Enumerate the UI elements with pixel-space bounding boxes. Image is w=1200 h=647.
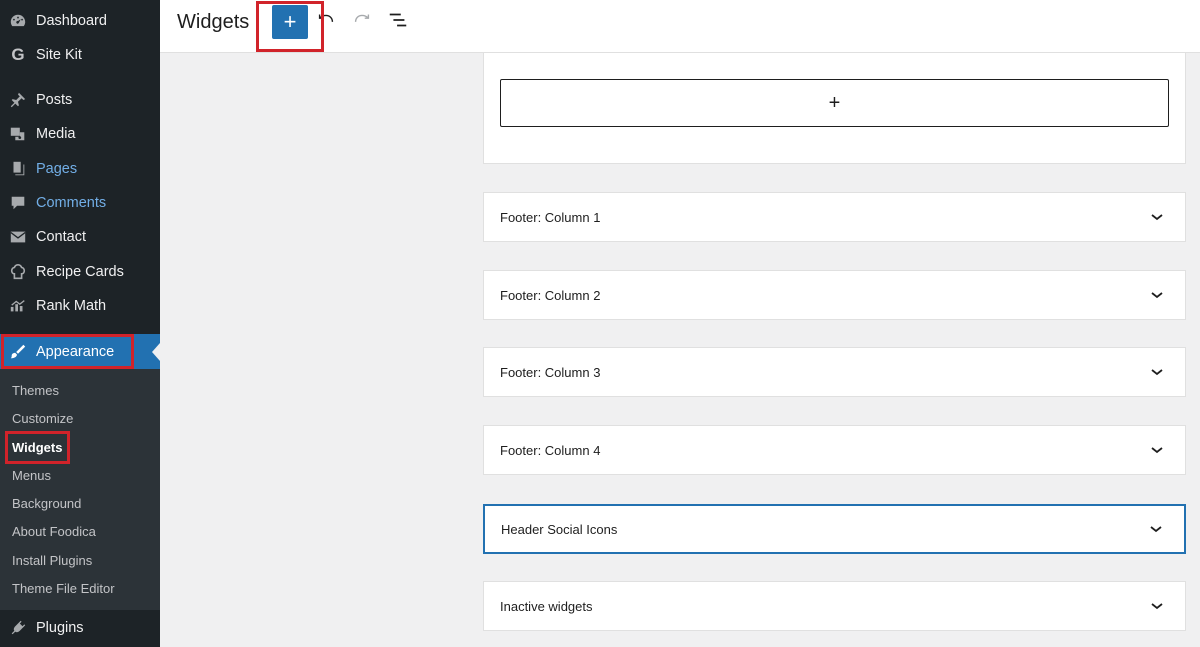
chef-hat-icon [8, 262, 28, 282]
widget-area-footer-1[interactable]: Footer: Column 1 [483, 192, 1186, 242]
block-inserter-button[interactable]: + [500, 79, 1169, 127]
submenu-install-plugins[interactable]: Install Plugins [12, 553, 92, 568]
menu-item-label: Recipe Cards [36, 264, 124, 280]
chevron-down-icon[interactable] [1144, 517, 1168, 541]
submenu-widgets[interactable]: Widgets [12, 440, 62, 455]
menu-item-label: Dashboard [36, 13, 107, 29]
widget-area-title: Footer: Column 2 [500, 287, 601, 303]
appearance-submenu: Themes Customize Widgets Menus Backgroun… [0, 369, 160, 610]
page-icon [8, 159, 28, 179]
menu-item-pages[interactable]: Pages [0, 152, 160, 186]
current-menu-arrow [152, 342, 160, 361]
paintbrush-icon [8, 342, 28, 362]
menu-item-recipe-cards[interactable]: Recipe Cards [0, 255, 160, 289]
submenu-themes[interactable]: Themes [12, 383, 59, 398]
add-block-button[interactable]: + [272, 5, 308, 39]
envelope-icon [8, 227, 28, 247]
chevron-down-icon[interactable] [1145, 360, 1169, 384]
widget-area-title: Footer: Column 3 [500, 364, 601, 380]
menu-item-media[interactable]: Media [0, 117, 160, 151]
submenu-background[interactable]: Background [12, 496, 81, 511]
dashboard-icon [8, 11, 28, 31]
comment-icon [8, 193, 28, 213]
submenu-about-foodica[interactable]: About Foodica [12, 524, 96, 539]
chevron-down-icon[interactable] [1145, 438, 1169, 462]
widget-area-title: Header Social Icons [501, 521, 618, 537]
submenu-customize[interactable]: Customize [12, 411, 73, 426]
menu-item-comments[interactable]: Comments [0, 186, 160, 220]
submenu-menus[interactable]: Menus [12, 468, 51, 483]
widget-area-card: + [483, 53, 1186, 164]
plus-icon: + [828, 92, 841, 114]
list-view-icon [387, 9, 409, 36]
media-icon [8, 124, 28, 144]
menu-item-label: Appearance [36, 343, 115, 360]
google-g-icon: G [11, 45, 25, 64]
menu-item-label: Site Kit [36, 47, 82, 63]
menu-item-appearance[interactable]: Appearance [0, 334, 160, 369]
menu-item-label: Plugins [36, 619, 84, 636]
chevron-down-icon[interactable] [1145, 283, 1169, 307]
page-title: Widgets [177, 11, 250, 33]
widget-area-footer-4[interactable]: Footer: Column 4 [483, 425, 1186, 475]
menu-item-rank-math[interactable]: Rank Math [0, 289, 160, 323]
menu-item-posts[interactable]: Posts [0, 83, 160, 117]
chevron-down-icon[interactable] [1145, 594, 1169, 618]
undo-icon [315, 9, 337, 36]
menu-item-plugins[interactable]: Plugins [0, 610, 160, 645]
menu-item-dashboard[interactable]: Dashboard [0, 4, 160, 38]
widget-area-title: Footer: Column 1 [500, 209, 601, 225]
widget-area-footer-2[interactable]: Footer: Column 2 [483, 270, 1186, 320]
pushpin-icon [8, 90, 28, 110]
menu-item-label: Posts [36, 92, 73, 108]
undo-button[interactable] [314, 10, 338, 34]
menu-item-label: Contact [36, 229, 86, 245]
widget-area-footer-3[interactable]: Footer: Column 3 [483, 347, 1186, 397]
list-view-button[interactable] [386, 10, 410, 34]
editor-header: Widgets + [160, 0, 1200, 53]
menu-item-contact[interactable]: Contact [0, 220, 160, 254]
widget-area-header-social-icons[interactable]: Header Social Icons [483, 504, 1186, 554]
menu-item-label: Pages [36, 161, 78, 177]
widget-area-title: Inactive widgets [500, 598, 593, 614]
rank-math-icon [8, 296, 28, 316]
submenu-theme-file-editor[interactable]: Theme File Editor [12, 581, 115, 596]
admin-sidebar: Dashboard G Site Kit Posts Media Pages C… [0, 0, 160, 647]
menu-item-label: Rank Math [36, 298, 107, 314]
widget-area-title: Footer: Column 4 [500, 442, 601, 458]
menu-item-label: Comments [36, 195, 107, 211]
widget-area-inactive-widgets[interactable]: Inactive widgets [483, 581, 1186, 631]
redo-button[interactable] [350, 10, 374, 34]
redo-icon [351, 9, 373, 36]
plus-icon: + [283, 9, 297, 34]
menu-item-label: Media [36, 126, 76, 142]
chevron-down-icon[interactable] [1145, 205, 1169, 229]
menu-item-site-kit[interactable]: G Site Kit [0, 38, 160, 72]
plug-icon [8, 618, 28, 638]
